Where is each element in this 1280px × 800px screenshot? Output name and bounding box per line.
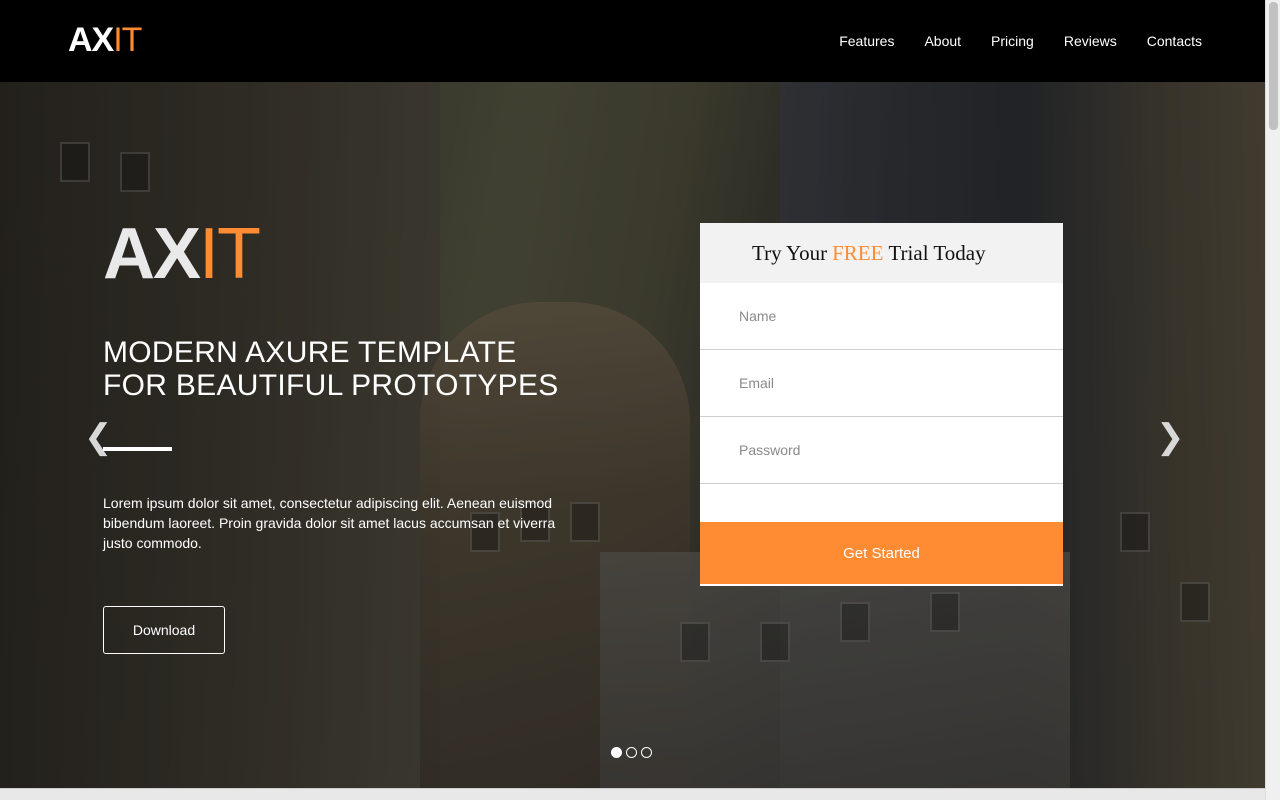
email-field-row <box>700 350 1063 417</box>
slider-dot-3[interactable] <box>641 747 652 758</box>
get-started-button[interactable]: Get Started <box>700 522 1063 584</box>
form-title-prefix: Try Your <box>752 240 828 265</box>
top-navbar: AXIT Features About Pricing Reviews Cont… <box>0 0 1265 82</box>
slider-dot-2[interactable] <box>626 747 637 758</box>
headline-divider <box>103 447 172 451</box>
name-input[interactable] <box>739 308 1019 324</box>
nav-link-reviews[interactable]: Reviews <box>1064 32 1117 50</box>
hero-logo-it-text: IT <box>199 214 261 294</box>
nav-link-contacts[interactable]: Contacts <box>1147 32 1202 50</box>
background-overlay <box>0 82 1265 788</box>
name-field-row <box>700 283 1063 350</box>
scrollbar-thumb[interactable] <box>1269 2 1278 130</box>
slider-pagination <box>611 747 652 758</box>
headline-line-1: MODERN AXURE TEMPLATE <box>103 336 517 369</box>
form-spacer <box>700 484 1063 522</box>
slider-dot-1[interactable] <box>611 747 622 758</box>
slider-next-button[interactable]: ❯ <box>1156 420 1185 454</box>
password-field-row <box>700 417 1063 484</box>
nav-link-pricing[interactable]: Pricing <box>991 32 1034 50</box>
hero-logo-ax-text: AX <box>103 214 201 294</box>
email-input[interactable] <box>739 375 1019 391</box>
headline-line-2: FOR BEAUTIFUL PROTOTYPES <box>103 369 559 402</box>
hero-description: Lorem ipsum dolor sit amet, consectetur … <box>103 495 556 551</box>
hero-section <box>0 82 1265 788</box>
hero-headline: MODERN AXURE TEMPLATE FOR BEAUTIFUL PROT… <box>103 336 559 402</box>
form-title-suffix: Trial Today <box>888 240 986 265</box>
main-nav: Features About Pricing Reviews Contacts <box>839 32 1202 50</box>
nav-link-features[interactable]: Features <box>839 32 894 50</box>
form-title-highlight: FREE <box>832 240 884 265</box>
chevron-right-icon: ❯ <box>1156 418 1185 456</box>
nav-link-about[interactable]: About <box>924 32 961 50</box>
page-scrollbar[interactable] <box>1265 0 1280 800</box>
trial-signup-form: Try Your FREE Trial Today Get Started <box>700 223 1063 586</box>
logo-it-text: IT <box>113 21 142 59</box>
download-button[interactable]: Download <box>103 606 225 654</box>
password-input[interactable] <box>739 442 1019 458</box>
next-section-edge <box>0 788 1265 800</box>
navbar-logo[interactable]: AXIT <box>68 21 142 59</box>
logo-ax-text: AX <box>68 21 114 59</box>
form-title: Try Your FREE Trial Today <box>700 223 1063 283</box>
hero-logo: AXIT <box>103 218 261 290</box>
